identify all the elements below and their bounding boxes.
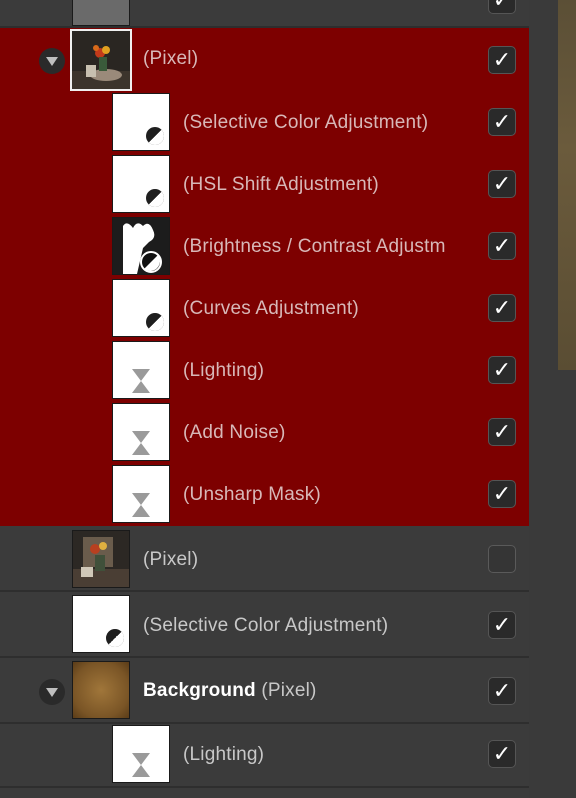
layer-row-partial[interactable]: ✓: [0, 0, 529, 28]
visibility-checkbox[interactable]: ✓: [488, 294, 516, 322]
layer-label: (Lighting): [183, 360, 265, 381]
layer-thumbnail: [72, 661, 130, 719]
layer-row-bg-lighting[interactable]: (Lighting) ✓: [0, 724, 529, 788]
layer-row-curves[interactable]: (Curves Adjustment) ✓: [0, 278, 529, 340]
layer-thumbnail: [72, 595, 130, 653]
layer-thumbnail: [112, 279, 170, 337]
visibility-checkbox[interactable]: ✓: [488, 170, 516, 198]
visibility-checkbox[interactable]: ✓: [488, 46, 516, 74]
visibility-checkbox[interactable]: ✓: [488, 480, 516, 508]
visibility-checkbox[interactable]: ✓: [488, 108, 516, 136]
layer-label: Background (Pixel): [143, 680, 317, 702]
visibility-checkbox[interactable]: ✓: [488, 740, 516, 768]
adjustment-icon: [104, 627, 126, 649]
canvas-edge: [558, 0, 576, 370]
layer-row-selective-color-2[interactable]: (Selective Color Adjustment) ✓: [0, 592, 529, 658]
layer-thumbnail: [112, 93, 170, 151]
layer-row-hsl-shift[interactable]: (HSL Shift Adjustment) ✓: [0, 154, 529, 216]
layer-row-selective-color[interactable]: (Selective Color Adjustment) ✓: [0, 92, 529, 154]
layer-thumbnail: [112, 465, 170, 523]
layer-label: (Selective Color Adjustment): [143, 615, 389, 636]
visibility-checkbox[interactable]: ✓: [488, 232, 516, 260]
adjustment-icon: [144, 187, 166, 209]
hourglass-icon: [132, 493, 150, 517]
layer-label: (HSL Shift Adjustment): [183, 174, 379, 195]
layer-thumbnail: [112, 403, 170, 461]
layer-label: (Pixel): [143, 549, 199, 570]
adjustment-icon: [144, 311, 166, 333]
layer-thumbnail: [112, 217, 170, 275]
mask-shape-icon: [113, 218, 169, 274]
layer-label: (Add Noise): [183, 422, 286, 443]
chevron-down-icon: [46, 688, 58, 697]
hourglass-icon: [132, 431, 150, 455]
visibility-checkbox[interactable]: ✓: [488, 611, 516, 639]
layer-thumbnail: [70, 29, 132, 91]
layer-thumbnail: [112, 725, 170, 783]
visibility-checkbox[interactable]: ✓: [488, 418, 516, 446]
layers-panel: ✓ (Pixel) ✓ (Selective Color Adjustment)…: [0, 0, 529, 798]
layer-row-brightness-contrast[interactable]: (Brightness / Contrast Adjustment) ✓: [0, 216, 529, 278]
layer-label: (Brightness / Contrast Adjustment): [183, 236, 446, 257]
layer-label: (Curves Adjustment): [183, 298, 359, 319]
layer-thumbnail: [112, 341, 170, 399]
adjustment-icon: [144, 125, 166, 147]
visibility-checkbox[interactable]: ✓: [488, 356, 516, 384]
hourglass-icon: [132, 753, 150, 777]
hourglass-icon: [132, 369, 150, 393]
collapse-toggle[interactable]: [39, 679, 65, 705]
visibility-checkbox[interactable]: ✓: [488, 0, 516, 14]
layer-thumbnail: [72, 0, 130, 26]
layer-type: (Pixel): [261, 680, 317, 701]
layer-row-lighting[interactable]: (Lighting) ✓: [0, 340, 529, 402]
layer-name: Background: [143, 680, 256, 701]
layer-label: (Selective Color Adjustment): [183, 112, 429, 133]
layer-label: (Pixel): [143, 48, 199, 69]
layer-row-unsharp-mask[interactable]: (Unsharp Mask) ✓: [0, 464, 529, 526]
layer-row-background[interactable]: Background (Pixel) ✓: [0, 658, 529, 724]
layer-label: (Lighting): [183, 744, 265, 765]
still-life-photo-icon: [73, 531, 129, 587]
layer-row-pixel[interactable]: (Pixel): [0, 526, 529, 592]
layer-thumbnail: [112, 155, 170, 213]
layer-thumbnail: [72, 530, 130, 588]
layer-label: (Unsharp Mask): [183, 484, 321, 505]
visibility-checkbox[interactable]: ✓: [488, 677, 516, 705]
collapse-toggle[interactable]: [39, 48, 65, 74]
visibility-checkbox[interactable]: [488, 545, 516, 573]
chevron-down-icon: [46, 57, 58, 66]
layer-row-add-noise[interactable]: (Add Noise) ✓: [0, 402, 529, 464]
still-life-photo-icon: [72, 31, 130, 89]
layer-row-pixel-group[interactable]: (Pixel) ✓: [0, 28, 529, 92]
